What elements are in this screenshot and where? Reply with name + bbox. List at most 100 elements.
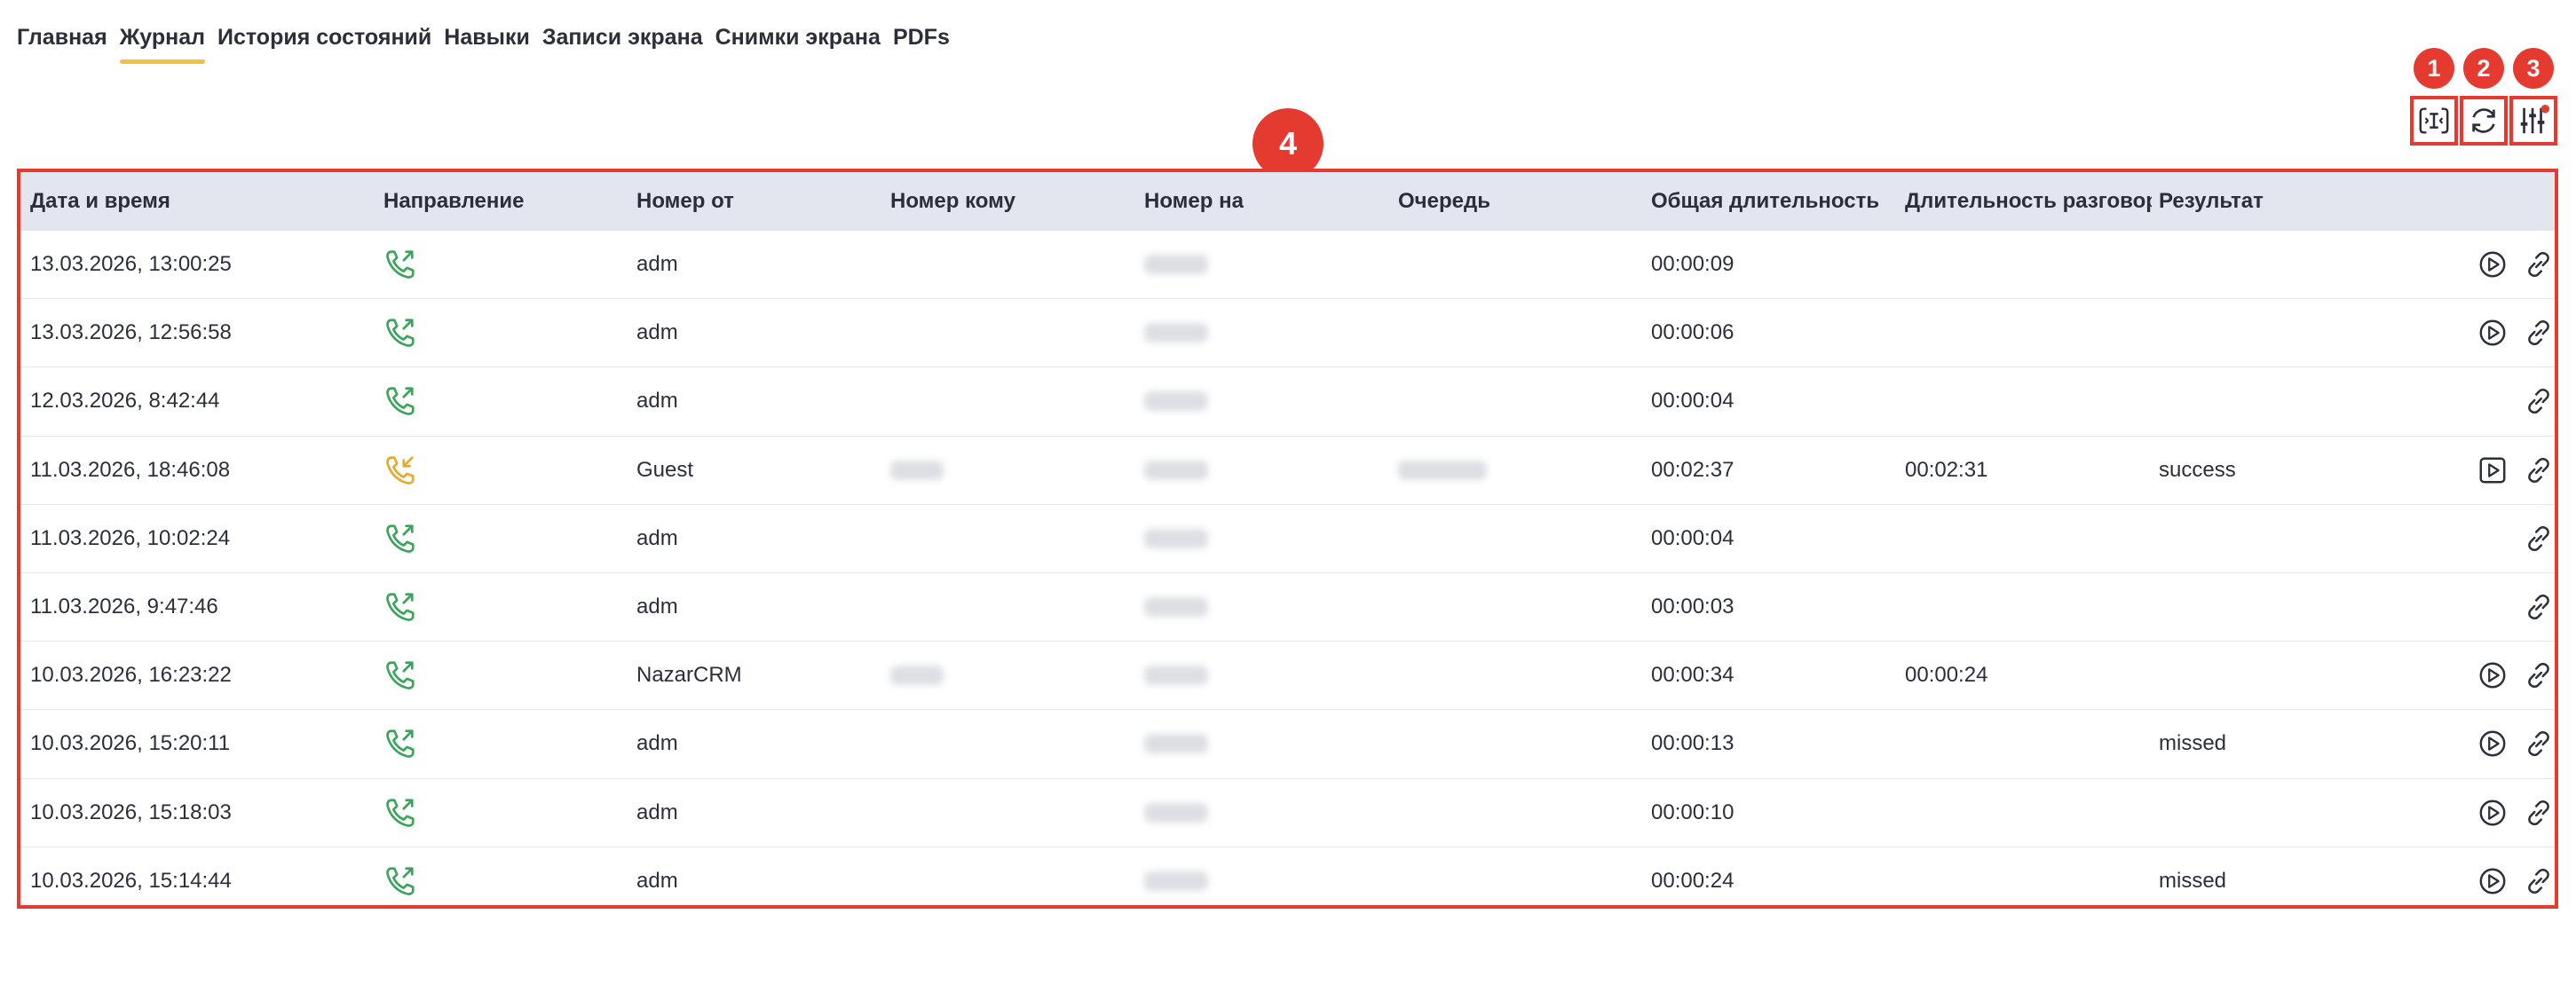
table-row[interactable]: 13.03.2026, 12:56:58 adm 00:00:06 [20,299,2555,368]
video-play-icon[interactable] [2477,437,2508,504]
resize-columns-icon [2419,107,2449,134]
cell-datetime: 10.03.2026, 15:18:03 [30,800,232,824]
outgoing-call-icon [383,231,417,298]
column-header-total-duration[interactable]: Общая длительность [1651,189,1900,214]
cell-talk-duration: 00:00:24 [1905,663,1988,688]
link-icon[interactable] [2524,573,2554,641]
column-header-on[interactable]: Номер на [1144,189,1244,214]
table-row[interactable]: 10.03.2026, 15:14:44 adm 00:00:24 missed [20,847,2555,905]
link-icon[interactable] [2524,505,2554,572]
link-icon[interactable] [2524,231,2554,298]
call-log-table: Дата и время Направление Номер от Номер … [17,169,2558,909]
refresh-button[interactable] [2460,96,2508,146]
column-header-direction[interactable]: Направление [383,189,525,214]
column-header-to[interactable]: Номер кому [890,189,1015,214]
tab-journal[interactable]: Журнал [119,20,206,64]
play-icon[interactable] [2477,231,2508,298]
cell-on [1144,367,1208,435]
cell-from: adm [636,869,678,894]
cell-to [890,437,944,504]
redacted-value [1144,323,1208,343]
column-header-queue[interactable]: Очередь [1398,189,1490,214]
cell-datetime: 13.03.2026, 13:00:25 [30,252,232,277]
cell-queue [1398,437,1487,504]
redacted-value [1144,871,1208,892]
table-header: Дата и время Направление Номер от Номер … [20,172,2555,231]
column-header-talk-duration[interactable]: Длительность разговора [1905,189,2152,214]
table-row[interactable]: 13.03.2026, 13:00:25 adm 00:00:09 [20,231,2555,300]
cell-datetime: 12.03.2026, 8:42:44 [30,389,220,414]
column-settings-icon [2520,104,2550,134]
column-header-datetime[interactable]: Дата и время [30,189,170,214]
resize-columns-button[interactable] [2410,96,2458,146]
table-row[interactable]: 11.03.2026, 10:02:24 adm 00:00:04 [20,505,2555,573]
annotation-badge-2: 2 [2463,48,2504,89]
cell-from: adm [636,525,678,550]
column-header-result[interactable]: Результат [2159,189,2264,214]
redacted-value [1144,255,1208,275]
cell-datetime: 11.03.2026, 9:47:46 [30,595,218,619]
cell-datetime: 10.03.2026, 15:20:11 [30,731,231,756]
redacted-value [1398,460,1487,480]
play-icon[interactable] [2477,779,2508,847]
play-icon[interactable] [2477,710,2508,777]
link-icon[interactable] [2524,642,2554,709]
tab-screen-recordings[interactable]: Записи экрана [542,20,703,64]
cell-total-duration: 00:00:04 [1651,525,1734,550]
link-icon[interactable] [2524,299,2554,366]
cell-total-duration: 00:00:03 [1651,595,1734,619]
cell-result: success [2159,457,2236,482]
annotation-badge-1: 1 [2414,48,2454,89]
table-row[interactable]: 12.03.2026, 8:42:44 adm 00:00:04 [20,367,2555,437]
outgoing-call-icon [383,367,417,435]
incoming-call-icon [383,437,417,504]
link-icon[interactable] [2524,847,2554,905]
table-row[interactable]: 11.03.2026, 9:47:46 adm 00:00:03 [20,573,2555,642]
cell-total-duration: 00:00:04 [1651,389,1734,414]
column-settings-button[interactable] [2509,96,2557,146]
tab-skills[interactable]: Навыки [444,20,530,64]
cell-on [1144,710,1208,777]
link-icon[interactable] [2524,437,2554,504]
redacted-value [890,460,944,480]
column-header-from[interactable]: Номер от [636,189,734,214]
redacted-value [890,666,944,686]
cell-from: adm [636,595,678,619]
cell-datetime: 10.03.2026, 15:14:44 [30,869,232,894]
cell-on [1144,437,1208,504]
link-icon[interactable] [2524,367,2554,435]
table-row[interactable]: 10.03.2026, 15:18:03 adm 00:00:10 [20,779,2555,847]
annotation-badge-3: 3 [2513,48,2554,89]
tab-home[interactable]: Главная [17,20,107,64]
cell-on [1144,231,1208,298]
cell-datetime: 11.03.2026, 10:02:24 [30,525,231,550]
cell-total-duration: 00:00:24 [1651,869,1734,894]
table-row[interactable]: 10.03.2026, 15:20:11 adm 00:00:13 missed [20,710,2555,779]
cell-on [1144,573,1208,641]
link-icon[interactable] [2524,710,2554,777]
table-row[interactable]: 10.03.2026, 16:23:22 NazarCRM 00:00:34 00:0… [20,642,2555,711]
cell-total-duration: 00:00:13 [1651,731,1734,756]
redacted-value [1144,460,1208,480]
cell-from: adm [636,731,678,756]
play-icon[interactable] [2477,299,2508,366]
cell-datetime: 10.03.2026, 16:23:22 [30,663,232,688]
outgoing-call-icon [383,642,417,709]
table-body: 13.03.2026, 13:00:25 adm 00:00:09 13.03.202… [20,231,2555,905]
play-icon[interactable] [2477,642,2508,709]
link-icon[interactable] [2524,779,2554,847]
cell-to [890,642,944,709]
cell-from: adm [636,800,678,824]
tab-state-history[interactable]: История состояний [217,20,431,64]
table-row[interactable]: 11.03.2026, 18:46:08 Guest 00:02:37 00:02:3… [20,437,2555,505]
cell-total-duration: 00:00:10 [1651,800,1734,824]
redacted-value [1144,666,1208,686]
cell-on [1144,642,1208,709]
outgoing-call-icon [383,779,417,847]
tab-screenshots[interactable]: Снимки экрана [715,20,881,64]
cell-from: adm [636,389,678,414]
play-icon[interactable] [2477,847,2508,905]
tab-pdfs[interactable]: PDFs [893,20,950,64]
cell-total-duration: 00:02:37 [1651,457,1734,482]
redacted-value [1144,734,1208,754]
